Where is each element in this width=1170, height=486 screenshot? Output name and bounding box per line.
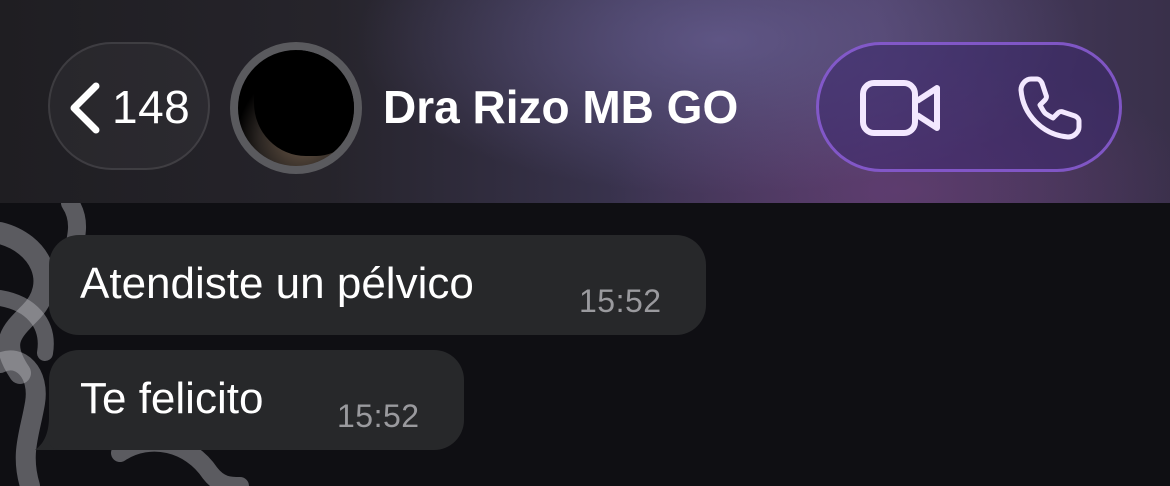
- video-camera-icon: [860, 80, 940, 136]
- avatar[interactable]: [230, 42, 362, 174]
- message-time: 15:52: [579, 283, 662, 319]
- message-list[interactable]: Atendiste un pélvico 15:52 Te felicito 1…: [0, 203, 1170, 486]
- avatar-redaction: [254, 50, 354, 156]
- chat-header: 148 Dra Rizo MB GO: [0, 0, 1170, 203]
- avatar-image: [238, 50, 354, 166]
- message-time: 15:52: [337, 398, 420, 434]
- message-bubble[interactable]: Te felicito 15:52: [49, 350, 464, 450]
- message-text: Te felicito: [80, 374, 264, 423]
- message-text: Atendiste un pélvico: [80, 259, 474, 308]
- phone-icon: [1018, 76, 1082, 140]
- unread-count: 148: [112, 81, 191, 133]
- voice-call-button[interactable]: [1017, 75, 1083, 141]
- chevron-left-icon: [70, 82, 100, 134]
- contact-name[interactable]: Dra Rizo MB GO: [383, 80, 738, 134]
- video-call-button[interactable]: [859, 79, 943, 137]
- message-bubble[interactable]: Atendiste un pélvico 15:52: [49, 235, 706, 335]
- back-button[interactable]: 148: [48, 42, 210, 170]
- call-actions: [816, 42, 1122, 172]
